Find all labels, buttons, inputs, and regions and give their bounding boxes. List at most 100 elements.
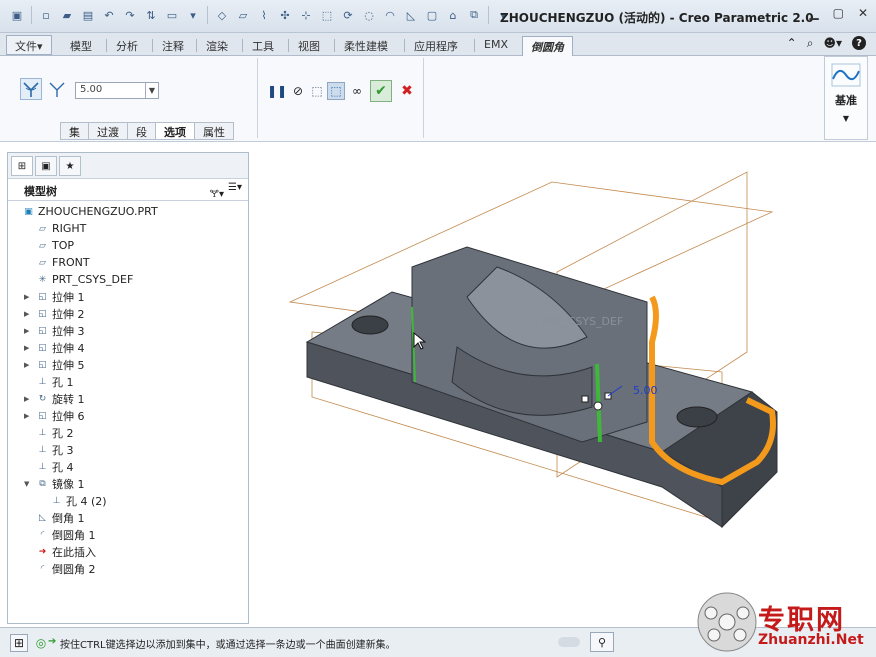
model-tree-tab-icon[interactable]: ⊞ — [11, 156, 33, 176]
model-tree-node[interactable]: ⊥ 孔 4 — [24, 458, 74, 475]
favorites-tab-icon[interactable]: ★ — [59, 156, 81, 176]
model-tree-node-label: 拉伸 1 — [52, 290, 85, 304]
tab-applications[interactable]: 应用程序 — [406, 36, 466, 56]
model-tree-node[interactable]: ▶ ◱ 拉伸 6 — [24, 407, 85, 424]
subtab-transitions[interactable]: 过渡 — [89, 122, 128, 140]
tab-analysis[interactable]: 分析 — [108, 36, 146, 56]
close-icon[interactable]: ✕ — [858, 6, 868, 20]
mirror-icon[interactable]: ⧉ — [465, 6, 483, 24]
model-3d-view[interactable]: 5.00 PRT_CSYS_DEF — [252, 142, 876, 624]
model-tree-node[interactable]: ▶ ◱ 拉伸 2 — [24, 305, 85, 322]
search-icon[interactable]: ⌕ — [807, 36, 814, 51]
tree-settings-icon[interactable]: 🝖▾ — [210, 182, 224, 203]
transition-mode-icon[interactable] — [46, 78, 68, 100]
minimize-ribbon-icon[interactable]: ⌃ — [787, 36, 797, 51]
undo-icon[interactable]: ↶ — [100, 6, 118, 24]
community-icon[interactable]: ☻▾ — [823, 36, 842, 51]
cancel-icon[interactable]: ✖ — [398, 82, 416, 100]
tab-tools[interactable]: 工具 — [244, 36, 282, 56]
expand-arrow-icon[interactable]: ▶ — [24, 412, 32, 420]
revolve-icon[interactable]: ⟳ — [339, 6, 357, 24]
model-tree-node[interactable]: ◺ 倒角 1 — [24, 509, 84, 526]
chamfer-icon[interactable]: ◺ — [402, 6, 420, 24]
tab-model[interactable]: 模型 — [62, 36, 100, 56]
model-tree-node[interactable]: ▶ ◱ 拉伸 4 — [24, 339, 85, 356]
maximize-icon[interactable]: ▢ — [833, 6, 844, 20]
shell-icon[interactable]: ▢ — [423, 6, 441, 24]
windows-icon[interactable]: ▭ — [163, 6, 181, 24]
model-tree-node[interactable]: ▱ FRONT — [24, 254, 90, 271]
tab-emx[interactable]: EMX — [476, 36, 516, 56]
close-window-icon[interactable]: ▾ — [184, 6, 202, 24]
folder-browser-tab-icon[interactable]: ▣ — [35, 156, 57, 176]
preview-icon[interactable]: ⬚ — [308, 82, 326, 100]
redo-icon[interactable]: ↷ — [121, 6, 139, 24]
subtab-pieces[interactable]: 段 — [128, 122, 156, 140]
model-tree-node[interactable]: ▱ RIGHT — [24, 220, 86, 237]
radius-input[interactable]: 5.00 ▼ — [75, 82, 159, 99]
accept-icon[interactable]: ✔ — [370, 80, 392, 102]
sketch-icon[interactable]: ◇ — [213, 6, 231, 24]
tab-render[interactable]: 渲染 — [198, 36, 236, 56]
pause-icon[interactable]: ❚❚ — [267, 82, 287, 100]
model-tree-node[interactable]: ⊥ 孔 2 — [24, 424, 74, 441]
set-mode-icon[interactable] — [20, 78, 42, 100]
model-tree-node[interactable]: ▶ ◱ 拉伸 3 — [24, 322, 85, 339]
model-tree-node[interactable]: ▶ ◱ 拉伸 5 — [24, 356, 85, 373]
tab-annotate[interactable]: 注释 — [154, 36, 192, 56]
no-preview-icon[interactable]: ⊘ — [289, 82, 307, 100]
expand-arrow-icon[interactable]: ▶ — [24, 310, 32, 318]
model-tree-node[interactable]: ▣ ZHOUCHENGZUO.PRT — [10, 203, 157, 220]
glasses-icon[interactable]: ∞ — [348, 82, 366, 100]
minimize-icon[interactable]: ▁ — [809, 6, 818, 20]
verify-mode-icon[interactable]: ⬚ — [327, 82, 345, 100]
radius-handle[interactable] — [593, 401, 603, 411]
tree-show-icon[interactable]: ☰▾ — [228, 182, 242, 203]
find-icon[interactable]: ⚲ — [590, 632, 614, 652]
help-icon[interactable]: ? — [852, 36, 866, 50]
graphics-window[interactable]: 5.00 PRT_CSYS_DEF — [252, 142, 876, 624]
model-tree-node[interactable]: ◜ 倒圆角 2 — [24, 560, 96, 577]
expand-arrow-icon[interactable]: ▶ — [24, 361, 32, 369]
csys-icon[interactable]: ⊹ — [297, 6, 315, 24]
point-icon[interactable]: ✣ — [276, 6, 294, 24]
tab-view[interactable]: 视图 — [290, 36, 328, 56]
model-tree-node[interactable]: ▼ ⧉ 镜像 1 — [24, 475, 85, 492]
tab-round[interactable]: 倒圆角 — [522, 36, 573, 56]
model-tree-node[interactable]: ▱ TOP — [24, 237, 74, 254]
draft-icon[interactable]: ⌂ — [444, 6, 462, 24]
model-tree-node[interactable]: ⊥ 孔 1 — [24, 373, 74, 390]
subtab-sets[interactable]: 集 — [60, 122, 89, 140]
expanded-arrow-icon[interactable]: ▼ — [24, 480, 32, 488]
open-file-icon[interactable]: ▰ — [58, 6, 76, 24]
expand-arrow-icon[interactable]: ▶ — [24, 395, 32, 403]
navigator-toggle-icon[interactable]: ⊞ — [10, 634, 28, 652]
drag-handle[interactable] — [581, 395, 589, 403]
axis-icon[interactable]: ⌇ — [255, 6, 273, 24]
chevron-down-icon[interactable]: ▼ — [145, 83, 158, 98]
plane-icon[interactable]: ▱ — [234, 6, 252, 24]
tab-flexible-modeling[interactable]: 柔性建模 — [336, 36, 396, 56]
radius-dimension[interactable]: 5.00 — [633, 384, 658, 397]
app-icon[interactable]: ▣ — [8, 6, 26, 24]
model-tree-node[interactable]: ⊥ 孔 3 — [24, 441, 74, 458]
subtab-properties[interactable]: 属性 — [195, 122, 234, 140]
tab-file[interactable]: 文件▾ — [6, 35, 52, 55]
model-tree-node[interactable]: ◜ 倒圆角 1 — [24, 526, 96, 543]
model-tree-node[interactable]: ▶ ↻ 旋转 1 — [24, 390, 85, 407]
new-file-icon[interactable]: ▫ — [37, 6, 55, 24]
round-icon[interactable]: ◠ — [381, 6, 399, 24]
datum-dropdown[interactable]: 基准 ▼ — [824, 56, 868, 140]
model-tree-node[interactable]: ⊥ 孔 4 (2) — [38, 492, 107, 509]
expand-arrow-icon[interactable]: ▶ — [24, 327, 32, 335]
expand-arrow-icon[interactable]: ▶ — [24, 344, 32, 352]
model-tree-node[interactable]: ▶ ◱ 拉伸 1 — [24, 288, 85, 305]
extrude-icon[interactable]: ⬚ — [318, 6, 336, 24]
subtab-options[interactable]: 选项 — [156, 122, 195, 140]
model-tree-node[interactable]: ✳ PRT_CSYS_DEF — [24, 271, 134, 288]
hole-icon[interactable]: ◌ — [360, 6, 378, 24]
model-tree-node[interactable]: ➜ 在此插入 — [24, 543, 96, 560]
regenerate-icon[interactable]: ⇅ — [142, 6, 160, 24]
save-icon[interactable]: ▤ — [79, 6, 97, 24]
expand-arrow-icon[interactable]: ▶ — [24, 293, 32, 301]
